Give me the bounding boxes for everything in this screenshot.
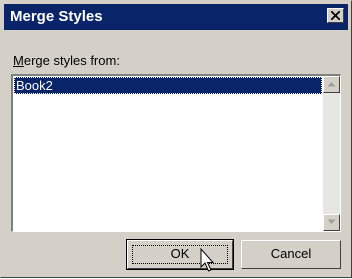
workbook-listbox[interactable]: Book2	[11, 74, 341, 232]
mouse-pointer-icon	[200, 247, 216, 279]
ok-button[interactable]: OK	[126, 239, 234, 270]
vertical-scrollbar[interactable]	[323, 76, 340, 231]
window-title: Merge Styles	[10, 8, 103, 25]
scroll-up-button[interactable]	[323, 76, 340, 93]
label-accelerator: M	[13, 53, 24, 68]
close-button[interactable]	[327, 8, 344, 23]
title-bar[interactable]: Merge Styles	[4, 4, 348, 30]
scroll-down-button[interactable]	[323, 214, 340, 231]
cancel-button[interactable]: Cancel	[241, 240, 341, 269]
merge-from-label: Merge styles from:	[13, 53, 120, 68]
list-item[interactable]: Book2	[14, 77, 322, 94]
label-text: erge styles from:	[23, 53, 120, 68]
cancel-button-label: Cancel	[270, 246, 312, 261]
merge-styles-dialog: Merge Styles Merge styles from: Book2 OK…	[0, 0, 352, 278]
